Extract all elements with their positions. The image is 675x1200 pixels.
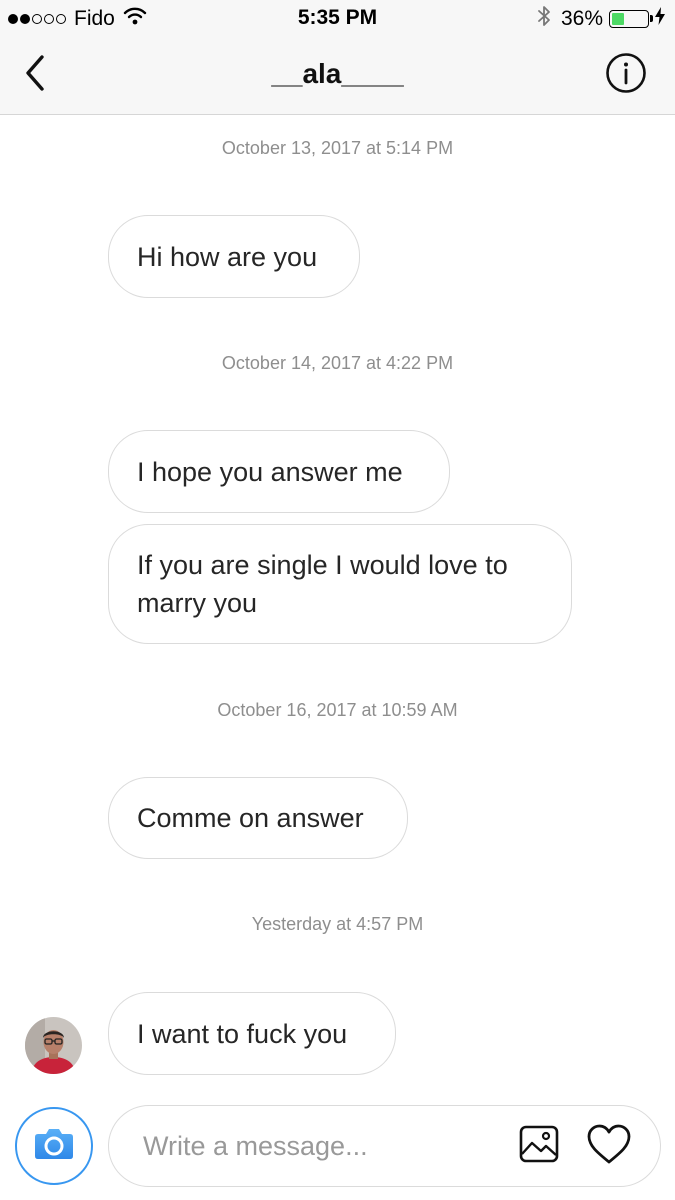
message-timestamp: October 13, 2017 at 5:14 PM bbox=[221, 138, 454, 158]
battery-icon bbox=[609, 10, 653, 28]
camera-button[interactable] bbox=[15, 1107, 93, 1185]
chevron-left-icon bbox=[23, 54, 47, 97]
message-composer bbox=[108, 1105, 661, 1187]
message-timestamp: October 14, 2017 at 4:22 PM bbox=[221, 353, 454, 373]
message-timestamp: Yesterday at 4:57 PM bbox=[251, 914, 424, 934]
message-bubble[interactable]: Hi how are you bbox=[108, 215, 360, 298]
image-icon bbox=[519, 1124, 559, 1169]
conversation-header: __ala____ bbox=[0, 38, 675, 115]
message-timestamp: October 16, 2017 at 10:59 AM bbox=[217, 700, 458, 720]
camera-icon bbox=[24, 1114, 84, 1179]
info-button[interactable] bbox=[605, 52, 647, 99]
gallery-button[interactable] bbox=[517, 1124, 561, 1168]
message-bubble[interactable]: I want to fuck you bbox=[108, 992, 396, 1075]
bluetooth-icon bbox=[537, 5, 551, 33]
heart-icon bbox=[586, 1123, 632, 1170]
status-right: 36% bbox=[537, 6, 665, 32]
info-icon bbox=[605, 52, 647, 99]
like-button[interactable] bbox=[585, 1122, 633, 1170]
back-button[interactable] bbox=[14, 54, 56, 96]
sender-avatar[interactable] bbox=[25, 1017, 82, 1074]
battery-level bbox=[612, 13, 624, 25]
message-bubble[interactable]: I hope you answer me bbox=[108, 430, 450, 513]
status-bar: Fido 5:35 PM 36% bbox=[0, 0, 675, 38]
charging-icon bbox=[655, 7, 665, 31]
conversation-username[interactable]: __ala____ bbox=[150, 58, 525, 90]
battery-percent: 36% bbox=[560, 7, 603, 30]
message-bubble[interactable]: Comme on answer bbox=[108, 777, 408, 859]
message-bubble[interactable]: If you are single I would love to marry … bbox=[108, 524, 572, 644]
message-input[interactable] bbox=[143, 1126, 473, 1166]
